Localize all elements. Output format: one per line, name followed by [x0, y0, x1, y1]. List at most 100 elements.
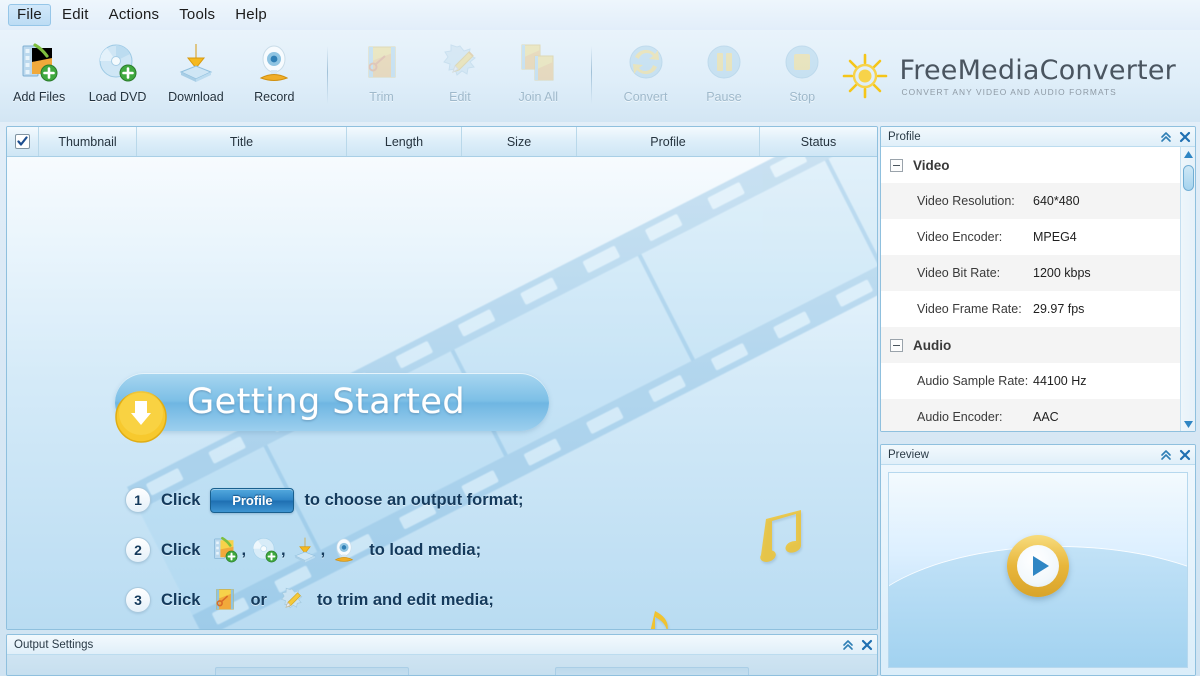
- toolbar-button-load-dvd[interactable]: Load DVD: [78, 34, 156, 118]
- scroll-up-arrow-icon[interactable]: [1181, 147, 1195, 161]
- profile-button[interactable]: Profile: [210, 487, 295, 513]
- play-button-icon[interactable]: [1007, 535, 1069, 598]
- step-comma: ,: [320, 540, 326, 559]
- step-comma: ,: [281, 540, 286, 559]
- add-files-icon[interactable]: [210, 535, 240, 565]
- getting-started-step-2: 2 Click , , , to load media;: [125, 525, 745, 575]
- profile-row-value[interactable]: 640*480: [1033, 194, 1080, 208]
- profile-group-video[interactable]: Video: [881, 147, 1195, 183]
- close-icon[interactable]: [1179, 131, 1191, 143]
- profile-row-value[interactable]: 44100 Hz: [1033, 374, 1087, 388]
- preview-panel-body: [881, 465, 1195, 675]
- profile-panel-body[interactable]: Video Video Resolution: 640*480 Video En…: [881, 147, 1195, 431]
- trim-icon: [359, 40, 405, 86]
- toolbar-button-record[interactable]: Record: [235, 34, 313, 118]
- play-triangle: [1032, 556, 1049, 577]
- collapse-expander-icon[interactable]: [890, 338, 903, 352]
- download-icon[interactable]: [290, 535, 320, 565]
- join-all-icon: [515, 40, 561, 86]
- profile-row: Audio Sample Rate: 44100 Hz: [881, 363, 1195, 399]
- file-list-header: Thumbnail Title Length Size Profile Stat…: [7, 127, 877, 157]
- menu-item-tools[interactable]: Tools: [170, 4, 224, 26]
- close-icon[interactable]: [861, 639, 873, 651]
- output-field-right[interactable]: [555, 667, 749, 675]
- download-arrow-circle-icon: [113, 389, 169, 445]
- step-click-word: Click: [161, 590, 201, 609]
- column-header-size[interactable]: Size: [462, 127, 577, 156]
- toolbar-separator-1: [327, 46, 329, 104]
- play-button-inner: [1017, 545, 1059, 588]
- profile-group-audio[interactable]: Audio: [881, 327, 1195, 363]
- preview-screen[interactable]: [888, 472, 1188, 668]
- main-toolbar: Add Files Load DVD Download Record Trim …: [0, 30, 1200, 122]
- menu-item-help[interactable]: Help: [226, 4, 276, 26]
- profile-panel: Profile Video Video Resolution: 640*480 …: [880, 126, 1196, 432]
- scrollbar-thumb[interactable]: [1183, 165, 1194, 191]
- double-chevron-up-icon[interactable]: [1160, 131, 1172, 143]
- pause-icon: [701, 40, 747, 86]
- step-number: 2: [125, 537, 151, 563]
- sun-logo-icon: [841, 52, 889, 100]
- profile-row: Audio Encoder: AAC: [881, 399, 1195, 431]
- column-header-status[interactable]: Status: [760, 127, 877, 156]
- column-header-thumbnail[interactable]: Thumbnail: [39, 127, 137, 156]
- step-or-word: or: [250, 590, 267, 609]
- profile-row-key: Video Bit Rate:: [917, 266, 1001, 280]
- profile-row-key: Audio Sample Rate:: [917, 374, 1029, 388]
- stop-icon: [779, 40, 825, 86]
- menu-bar: File Edit Actions Tools Help: [0, 0, 1200, 30]
- step-text: to load media;: [369, 540, 482, 559]
- toolbar-button-pause[interactable]: Pause: [685, 34, 763, 118]
- output-field-left[interactable]: [215, 667, 409, 675]
- profile-scrollbar[interactable]: [1180, 147, 1195, 431]
- step-number: 3: [125, 587, 151, 613]
- profile-row-value[interactable]: 29.97 fps: [1033, 302, 1084, 316]
- toolbar-button-trim[interactable]: Trim: [342, 34, 420, 118]
- load-dvd-icon[interactable]: [250, 535, 280, 565]
- step-click-word: Click: [161, 490, 201, 509]
- edit-pencil-icon[interactable]: [277, 585, 307, 615]
- column-header-profile[interactable]: Profile: [577, 127, 760, 156]
- profile-row-value[interactable]: MPEG4: [1033, 230, 1077, 244]
- menu-item-file[interactable]: File: [8, 4, 51, 26]
- application-window: File Edit Actions Tools Help Add Files L…: [0, 0, 1200, 676]
- profile-group-label: Audio: [913, 337, 952, 353]
- column-header-title[interactable]: Title: [137, 127, 347, 156]
- getting-started-step-3: 3 Click or to trim and edit media;: [125, 575, 745, 625]
- page-title: Getting Started: [187, 382, 466, 422]
- profile-row: Video Encoder: MPEG4: [881, 219, 1195, 255]
- toolbar-separator-2: [591, 46, 593, 104]
- getting-started-step-1: 1 Click Profile to choose an output form…: [125, 475, 745, 525]
- profile-group-label: Video: [913, 157, 950, 173]
- scroll-down-arrow-icon[interactable]: [1181, 417, 1195, 431]
- convert-icon: [623, 40, 669, 86]
- menu-item-edit[interactable]: Edit: [53, 4, 98, 26]
- profile-row-value[interactable]: 1200 kbps: [1033, 266, 1091, 280]
- trim-icon[interactable]: [210, 585, 240, 615]
- file-list-body[interactable]: Getting Started 1 Click Profile to choos…: [7, 157, 877, 629]
- getting-started-banner: Getting Started: [115, 373, 549, 431]
- collapse-expander-icon[interactable]: [890, 158, 903, 172]
- profile-row-value[interactable]: AAC: [1033, 410, 1059, 424]
- preview-panel: Preview: [880, 444, 1196, 676]
- double-chevron-up-icon[interactable]: [842, 639, 854, 651]
- preview-panel-header: Preview: [881, 445, 1195, 465]
- toolbar-button-stop[interactable]: Stop: [763, 34, 841, 118]
- close-icon[interactable]: [1179, 449, 1191, 461]
- profile-panel-title: Profile: [888, 130, 921, 143]
- toolbar-label-trim: Trim: [369, 90, 394, 104]
- getting-started-step-4: 4 Click to start conversion.: [125, 625, 745, 629]
- toolbar-button-download[interactable]: Download: [157, 34, 235, 118]
- toolbar-button-convert[interactable]: Convert: [606, 34, 684, 118]
- output-settings-body: [7, 655, 877, 675]
- record-webcam-icon[interactable]: [329, 535, 359, 565]
- step-text: to choose an output format;: [304, 490, 524, 509]
- toolbar-button-join-all[interactable]: Join All: [499, 34, 577, 118]
- select-all-checkbox[interactable]: [7, 127, 39, 156]
- toolbar-button-add-files[interactable]: Add Files: [0, 34, 78, 118]
- double-chevron-up-icon[interactable]: [1160, 449, 1172, 461]
- menu-item-actions[interactable]: Actions: [100, 4, 169, 26]
- column-header-length[interactable]: Length: [347, 127, 462, 156]
- step-comma: ,: [241, 540, 247, 559]
- toolbar-button-edit[interactable]: Edit: [421, 34, 499, 118]
